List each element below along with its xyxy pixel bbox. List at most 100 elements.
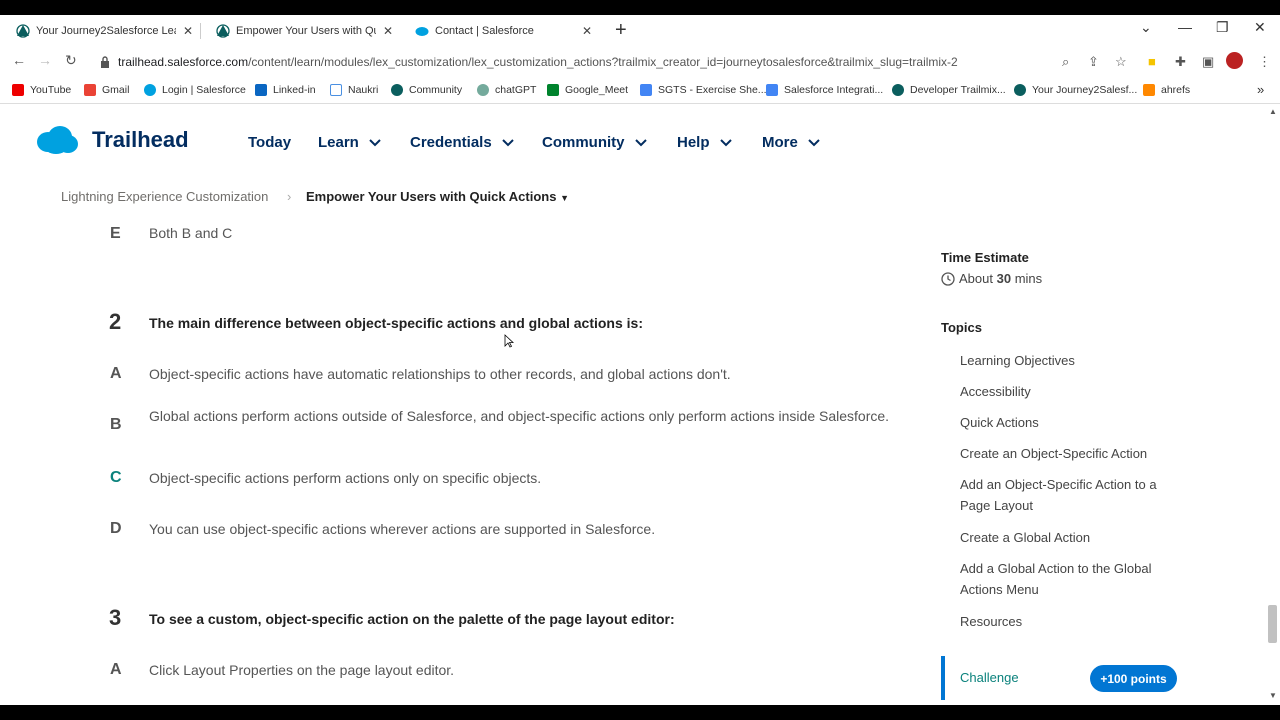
chevron-down-icon xyxy=(369,138,381,146)
topic-add-global-action[interactable]: Add a Global Action to the Global Action… xyxy=(960,558,1180,600)
topic-create-global-action[interactable]: Create a Global Action xyxy=(960,527,1090,548)
breadcrumb-separator-icon: › xyxy=(287,189,292,204)
bookmark-community[interactable]: Community xyxy=(391,84,462,96)
chatgpt-icon xyxy=(477,84,489,96)
topic-create-object-specific-action[interactable]: Create an Object-Specific Action xyxy=(960,443,1147,464)
option-text[interactable]: Object-specific actions perform actions … xyxy=(149,469,889,488)
option-text[interactable]: Click Layout Properties on the page layo… xyxy=(149,661,889,680)
bookmark-linkedin[interactable]: Linked-in xyxy=(255,84,316,96)
trailhead-favicon-icon xyxy=(216,23,230,38)
url-domain: trailhead.salesforce.com xyxy=(118,55,249,69)
nav-community[interactable]: Community xyxy=(542,134,647,151)
nav-credentials[interactable]: Credentials xyxy=(410,134,514,151)
bookmark-naukri[interactable]: Naukri xyxy=(330,84,378,96)
bookmark-journey2salesforce[interactable]: Your Journey2Salesf... xyxy=(1014,84,1137,96)
tab-empower[interactable]: Empower Your Users with Quick ✕ xyxy=(200,15,399,46)
google-docs-icon xyxy=(640,84,652,96)
nav-more[interactable]: More xyxy=(762,134,820,151)
close-window-icon[interactable]: ✕ xyxy=(1254,19,1266,36)
topic-resources[interactable]: Resources xyxy=(960,611,1022,632)
close-tab-icon[interactable]: ✕ xyxy=(582,24,592,38)
bookmark-login-salesforce[interactable]: Login | Salesforce xyxy=(144,84,246,96)
bookmark-youtube[interactable]: YouTube xyxy=(12,84,71,96)
reload-icon[interactable]: ↻ xyxy=(65,52,77,69)
share-icon[interactable]: ⇪ xyxy=(1088,54,1099,70)
topics-heading: Topics xyxy=(941,320,982,335)
google-docs-icon xyxy=(766,84,778,96)
scroll-down-icon[interactable]: ▼ xyxy=(1269,691,1277,700)
question-text: To see a custom, object-specific action … xyxy=(149,611,675,627)
linkedin-icon xyxy=(255,84,267,96)
option-letter: D xyxy=(110,520,122,537)
minimize-icon[interactable]: — xyxy=(1178,19,1192,35)
bookmark-chatgpt[interactable]: chatGPT xyxy=(477,84,536,96)
tab-title: Empower Your Users with Quick xyxy=(236,24,376,37)
option-letter: C xyxy=(110,469,122,486)
time-estimate-value: About 30 mins xyxy=(941,268,1042,289)
extension-icon[interactable]: ■ xyxy=(1148,54,1156,69)
site-header: Trailhead Today Learn Credentials Commun… xyxy=(0,105,1280,177)
option-letter: A xyxy=(110,365,122,382)
nav-today[interactable]: Today xyxy=(248,134,291,151)
forward-icon[interactable]: → xyxy=(38,52,52,68)
points-badge: +100 points xyxy=(1090,665,1177,692)
restore-icon[interactable]: ❐ xyxy=(1216,19,1229,36)
url-bar[interactable]: trailhead.salesforce.com/content/learn/m… xyxy=(118,55,958,69)
extensions-puzzle-icon[interactable]: ✚ xyxy=(1175,54,1186,70)
trailhead-logo-text[interactable]: Trailhead xyxy=(92,127,189,153)
browser-window: Your Journey2Salesforce Learnin ✕ Empowe… xyxy=(0,15,1280,705)
topic-quick-actions[interactable]: Quick Actions xyxy=(960,412,1039,433)
bookmark-gmail[interactable]: Gmail xyxy=(84,84,129,96)
chevron-down-icon xyxy=(808,138,820,146)
zoom-icon[interactable]: ⌕ xyxy=(1062,54,1069,70)
option-text[interactable]: Global actions perform actions outside o… xyxy=(149,407,894,426)
breadcrumb-parent[interactable]: Lightning Experience Customization xyxy=(61,189,268,204)
profile-avatar-icon[interactable] xyxy=(1226,52,1243,69)
gmail-icon xyxy=(84,84,96,96)
more-bookmarks-icon[interactable]: » xyxy=(1257,82,1264,97)
bookmark-sgts[interactable]: SGTS - Exercise She... xyxy=(640,84,767,96)
tab-journey[interactable]: Your Journey2Salesforce Learnin ✕ xyxy=(0,15,199,46)
bookmark-google-meet[interactable]: Google_Meet xyxy=(547,84,628,96)
topic-add-object-specific-action[interactable]: Add an Object-Specific Action to a Page … xyxy=(960,474,1180,516)
side-panel-icon[interactable]: ▣ xyxy=(1202,54,1214,70)
tab-search-icon[interactable]: ⌄ xyxy=(1140,19,1152,36)
bookmark-ahrefs[interactable]: ahrefs xyxy=(1143,84,1190,96)
url-path: /content/learn/modules/lex_customization… xyxy=(248,55,958,69)
question-number: 2 xyxy=(109,309,122,334)
chevron-down-icon xyxy=(719,138,732,146)
bookmark-developer-trailmix[interactable]: Developer Trailmix... xyxy=(892,84,1006,96)
tab-title: Contact | Salesforce xyxy=(435,24,534,37)
tab-strip: Your Journey2Salesforce Learnin ✕ Empowe… xyxy=(0,15,1280,46)
trailhead-icon xyxy=(1014,84,1026,96)
time-estimate-heading: Time Estimate xyxy=(941,250,1029,265)
tab-title: Your Journey2Salesforce Learnin xyxy=(36,24,176,37)
browser-toolbar: ← → ↻ trailhead.salesforce.com/content/l… xyxy=(0,46,1280,78)
menu-kebab-icon[interactable]: ⋮ xyxy=(1258,54,1271,70)
page-scrollbar-thumb[interactable] xyxy=(1268,605,1277,643)
back-icon[interactable]: ← xyxy=(12,52,26,68)
salesforce-icon xyxy=(144,84,156,96)
new-tab-icon[interactable]: + xyxy=(615,19,627,42)
scroll-up-icon[interactable]: ▲ xyxy=(1269,107,1277,116)
chevron-down-icon xyxy=(634,138,647,146)
close-tab-icon[interactable]: ✕ xyxy=(383,24,393,38)
youtube-icon xyxy=(12,84,24,96)
chevron-down-icon xyxy=(501,138,514,146)
option-text[interactable]: Object-specific actions have automatic r… xyxy=(149,365,889,384)
ahrefs-icon xyxy=(1143,84,1155,96)
bookmark-star-icon[interactable]: ☆ xyxy=(1115,54,1127,70)
nav-help[interactable]: Help xyxy=(677,134,732,151)
option-text[interactable]: You can use object-specific actions wher… xyxy=(149,520,889,539)
topic-learning-objectives[interactable]: Learning Objectives xyxy=(960,350,1075,371)
tab-contact[interactable]: Contact | Salesforce ✕ xyxy=(399,15,598,46)
topic-challenge[interactable]: Challenge xyxy=(960,667,1019,688)
nav-learn[interactable]: Learn xyxy=(318,134,381,151)
breadcrumb-current[interactable]: Empower Your Users with Quick Actions ▼ xyxy=(306,189,569,204)
close-tab-icon[interactable]: ✕ xyxy=(183,24,193,38)
option-text[interactable]: Both B and C xyxy=(149,224,232,243)
bookmark-salesforce-integration[interactable]: Salesforce Integrati... xyxy=(766,84,883,96)
mouse-cursor-icon xyxy=(504,334,514,348)
topic-accessibility[interactable]: Accessibility xyxy=(960,381,1031,402)
option-letter: A xyxy=(110,661,122,678)
